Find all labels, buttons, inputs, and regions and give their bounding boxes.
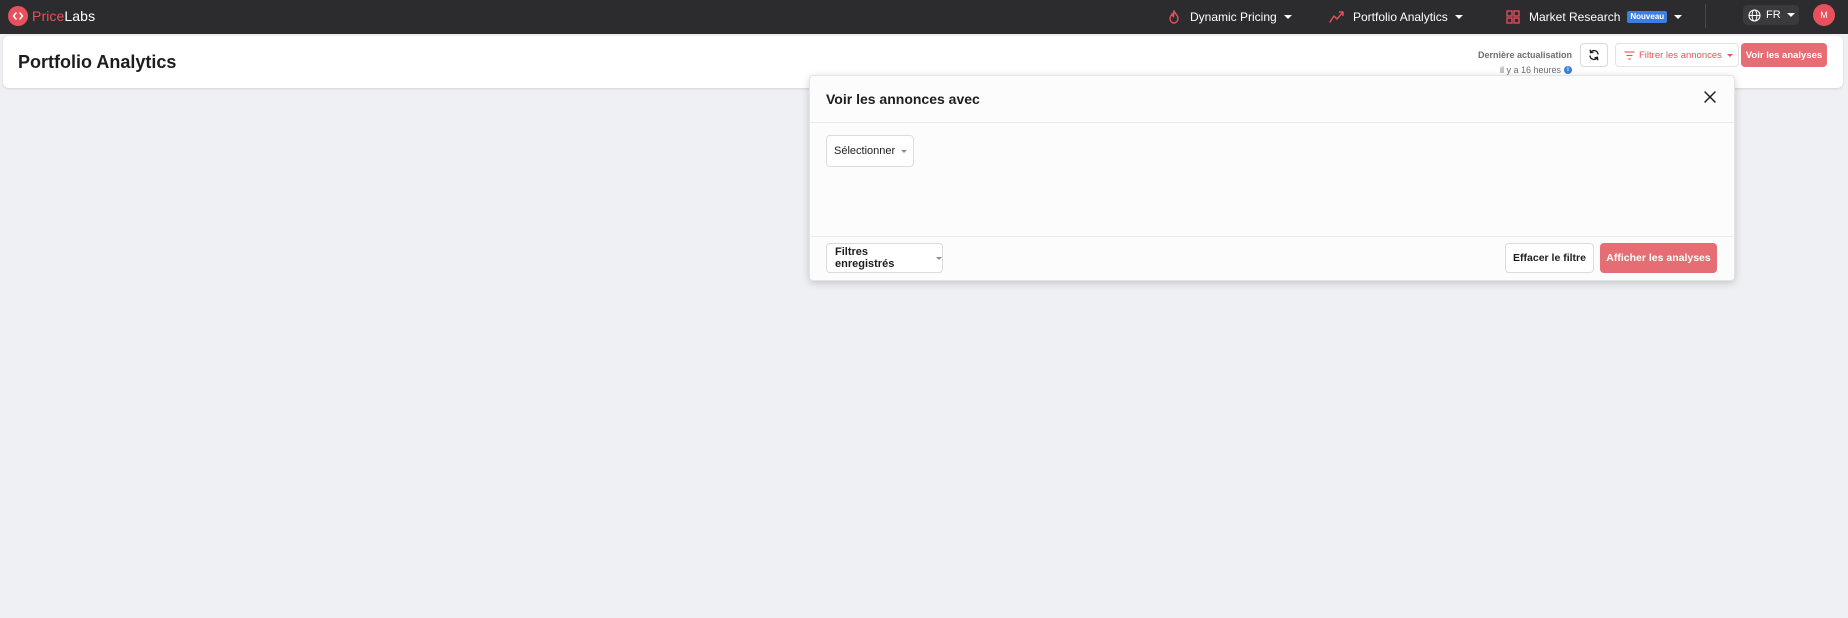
brand-name-part1: Price [32,8,65,24]
popover-title: Voir les annonces avec [826,91,980,107]
filter-icon [1624,50,1635,60]
nav-item-label: Dynamic Pricing [1190,10,1277,24]
saved-filters-label: Filtres enregistrés [835,246,895,270]
trend-line-icon [1329,9,1345,25]
nav-item-dynamic-pricing[interactable]: Dynamic Pricing [1166,7,1292,27]
chevron-down-icon [936,256,942,260]
brand-name-part2: Labs [64,8,96,24]
code-brackets-icon [8,6,28,26]
user-avatar[interactable]: M [1813,4,1835,26]
new-badge: Nouveau [1627,11,1668,23]
chevron-down-icon [1283,15,1292,19]
language-selector[interactable]: FR [1743,5,1799,25]
top-navbar: PriceLabs Dynamic Pricing Portfolio Anal… [0,0,1848,34]
popover-divider [810,122,1734,123]
view-analytics-button[interactable]: Voir les analyses [1741,43,1827,67]
popover-footer-divider [810,236,1734,237]
brand-name: PriceLabs [32,6,95,26]
nav-item-label: Portfolio Analytics [1353,10,1448,24]
page-title: Portfolio Analytics [18,52,177,72]
chevron-down-icon [901,149,908,153]
nav-item-market-research[interactable]: Market Research Nouveau [1505,7,1683,27]
globe-icon [1748,8,1761,22]
filter-popover: Voir les annonces avec Sélectionner Filt… [809,75,1735,281]
last-update-time-row: il y a 16 heures i [1500,65,1572,75]
last-update-label: Dernière actualisation [1477,50,1572,60]
filter-select-label: Sélectionner [834,145,896,157]
nav-divider [1705,4,1706,28]
language-label: FR [1766,9,1781,21]
chevron-down-icon [1786,13,1795,17]
close-icon[interactable] [1702,89,1718,105]
chevron-down-icon [1674,15,1683,19]
show-analytics-button[interactable]: Afficher les analyses [1600,243,1717,273]
clear-filter-button[interactable]: Effacer le filtre [1505,243,1594,273]
info-icon[interactable]: i [1564,66,1572,74]
saved-filters-dropdown[interactable]: Filtres enregistrés [826,243,943,273]
refresh-button[interactable] [1580,43,1608,67]
last-update-time: il y a 16 heures [1499,65,1561,75]
chevron-down-icon [1454,15,1463,19]
chevron-down-icon [1726,53,1733,57]
flame-icon [1166,9,1182,25]
filter-listings-label: Filtrer les annonces [1639,49,1722,61]
filter-listings-button[interactable]: Filtrer les annonces [1615,43,1739,67]
grid-icon [1505,9,1521,25]
pricelabs-logo[interactable]: PriceLabs [8,6,95,26]
nav-item-label: Market Research [1529,10,1621,24]
refresh-icon [1588,49,1600,61]
nav-item-portfolio-analytics[interactable]: Portfolio Analytics [1329,7,1463,27]
last-update: Dernière actualisation il y a 16 heures … [1478,50,1572,78]
filter-select-dropdown[interactable]: Sélectionner [826,135,914,167]
